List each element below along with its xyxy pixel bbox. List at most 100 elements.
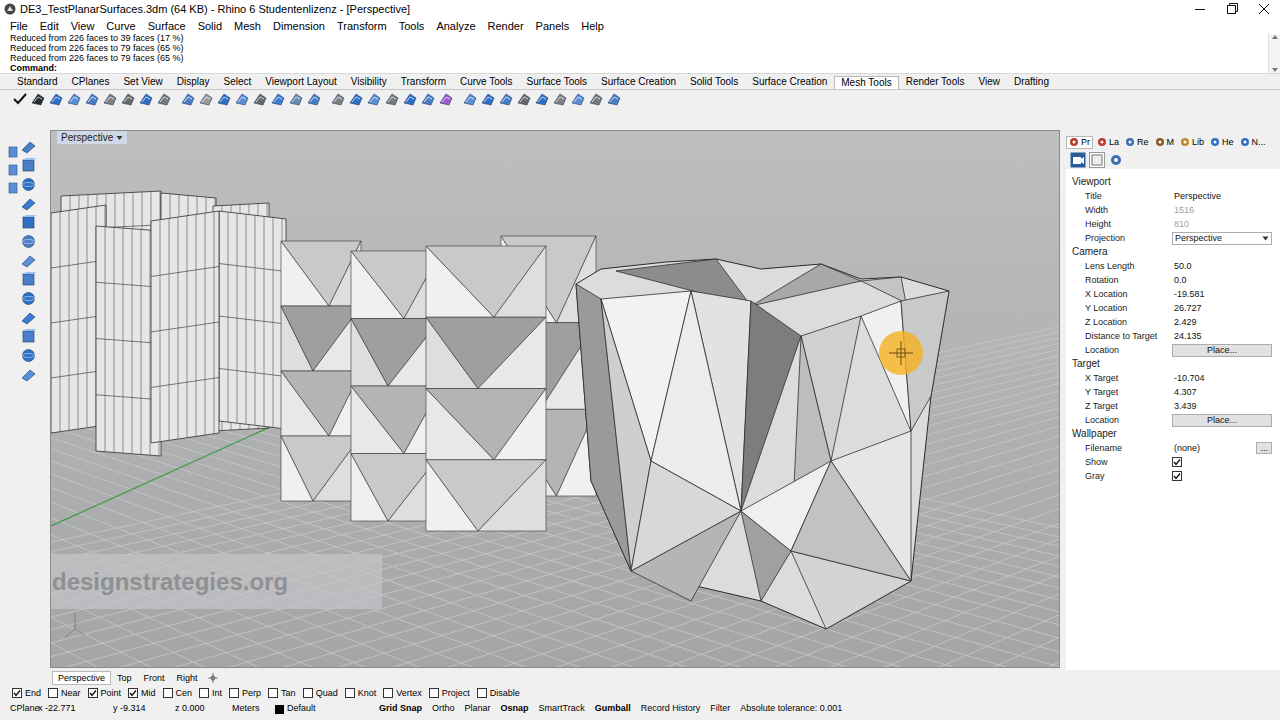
panel-tab[interactable]: N... [1238,136,1268,149]
osnap-label[interactable]: Quad [316,687,338,699]
toolbar-tab[interactable]: Viewport Layout [258,75,344,89]
menu-item[interactable]: Solid [192,18,228,35]
projection-dropdown[interactable]: Perspective [1172,232,1272,245]
value-field[interactable]: -19.581 [1172,288,1207,300]
checkbox[interactable] [128,688,138,698]
browse-button[interactable]: ... [1256,442,1272,454]
panel-tab-icon[interactable] [1155,137,1165,147]
mesh-tool-icon[interactable] [570,91,586,107]
tool-icon[interactable] [8,144,18,160]
toolbar-tab[interactable]: Display [170,75,217,89]
mesh-tool-icon[interactable] [552,91,568,107]
checkbox[interactable] [383,688,393,698]
menu-item[interactable]: Analyze [430,18,481,35]
menu-item[interactable]: Dimension [267,18,331,35]
status-toggle[interactable]: Filter [710,702,730,716]
panel-tab-label[interactable]: Re [1137,137,1149,148]
mesh-tool-icon[interactable] [66,91,82,107]
toolbar-tab[interactable]: CPlanes [65,75,117,89]
scrollbar[interactable] [1268,34,1280,73]
mesh-tool-icon[interactable] [234,91,250,107]
command-prompt[interactable]: Command: [10,63,1268,73]
tool-icon[interactable] [20,195,37,211]
layer-swatch[interactable] [275,705,284,714]
place-button[interactable]: Place... [1172,344,1272,357]
osnap-label[interactable]: Cen [176,687,193,699]
mesh-tool-icon[interactable] [306,91,322,107]
viewport-tab[interactable]: Front [138,671,171,685]
osnap-label[interactable]: Point [101,687,122,699]
status-toggle[interactable]: Gumball [595,702,631,716]
osnap-option[interactable]: Int [199,687,222,699]
osnap-label[interactable]: Disable [490,687,520,699]
status-toggle[interactable]: Record History [641,702,701,716]
units[interactable]: Meters [232,702,275,716]
toolbar-tab[interactable]: Select [217,75,259,89]
value-field[interactable]: -10.704 [1172,372,1207,384]
osnap-option[interactable]: Vertex [383,687,422,699]
tool-icon[interactable] [20,176,37,192]
dropdown-value[interactable]: Perspective [1175,233,1222,244]
panel-tab-label[interactable]: He [1222,137,1234,148]
scroll-up-icon[interactable] [1271,34,1279,40]
minimize-icon[interactable] [1184,0,1216,18]
toolbar-tab[interactable]: Mesh Tools [834,76,898,89]
mesh-tool-icon[interactable] [198,91,214,107]
viewport-tab[interactable]: Right [171,671,204,685]
tool-icon[interactable] [8,180,18,196]
panel-tab-icon[interactable] [1180,137,1190,147]
mesh-tool-icon[interactable] [462,91,478,107]
osnap-option[interactable]: Knot [345,687,377,699]
mesh-tool-icon[interactable] [420,91,436,107]
toolbar-tab[interactable]: Surface Tools [520,75,594,89]
value-field[interactable]: 26.727 [1172,302,1204,314]
checkbox[interactable] [477,688,487,698]
osnap-label[interactable]: Tan [281,687,296,699]
mesh-tool-icon[interactable] [384,91,400,107]
panel-tab[interactable]: Pr [1066,136,1093,149]
value-field[interactable]: 24.135 [1172,330,1204,342]
toolbar-tab[interactable]: Drafting [1007,75,1056,89]
menu-item[interactable]: View [65,18,101,35]
osnap-option[interactable]: Cen [163,687,193,699]
panel-tab-icon[interactable] [1069,137,1079,147]
tool-icon[interactable] [8,162,18,178]
menu-item[interactable]: Surface [142,18,192,35]
panel-tab-label[interactable]: M [1167,137,1175,148]
panel-tab-label[interactable]: Pr [1081,137,1090,148]
viewport-tab[interactable]: Perspective [52,671,111,685]
menu-item[interactable]: Panels [530,18,576,35]
panel-tab-label[interactable]: Lib [1192,137,1204,148]
menu-item[interactable]: Tools [393,18,431,35]
panel-tab-label[interactable]: La [1109,137,1119,148]
mesh-tool-icon[interactable] [402,91,418,107]
osnap-option[interactable]: Mid [128,687,156,699]
menu-item[interactable]: Help [575,18,610,35]
toolbar-tab[interactable]: Set View [116,75,169,89]
tool-icon[interactable] [20,271,37,287]
osnap-option[interactable]: Tan [268,687,296,699]
viewport-tab[interactable]: Top [111,671,138,685]
panel-tab-label[interactable]: N... [1252,137,1266,148]
mesh-tool-icon[interactable] [48,91,64,107]
mesh-tool-icon[interactable] [120,91,136,107]
checkbox[interactable] [199,688,209,698]
panel-tab[interactable]: Lib [1178,136,1206,149]
toolbar-tab[interactable]: Standard [10,75,65,89]
value-field[interactable]: 0.0 [1172,274,1189,286]
scroll-down-icon[interactable] [1271,67,1279,73]
tool-icon[interactable] [20,233,37,249]
checkbox[interactable] [303,688,313,698]
mesh-tool-icon[interactable] [348,91,364,107]
osnap-label[interactable]: Project [442,687,470,699]
osnap-option[interactable]: Perp [229,687,261,699]
toolbar-tab[interactable]: Surface Creation [745,75,834,89]
menu-item[interactable]: Edit [34,18,65,35]
value-field[interactable]: 4.307 [1172,386,1199,398]
dropdown-arrow-icon[interactable] [116,135,123,141]
checkbox[interactable] [1172,457,1182,467]
osnap-label[interactable]: End [25,687,41,699]
osnap-label[interactable]: Int [212,687,222,699]
checkbox[interactable] [1172,471,1182,481]
osnap-label[interactable]: Near [61,687,81,699]
